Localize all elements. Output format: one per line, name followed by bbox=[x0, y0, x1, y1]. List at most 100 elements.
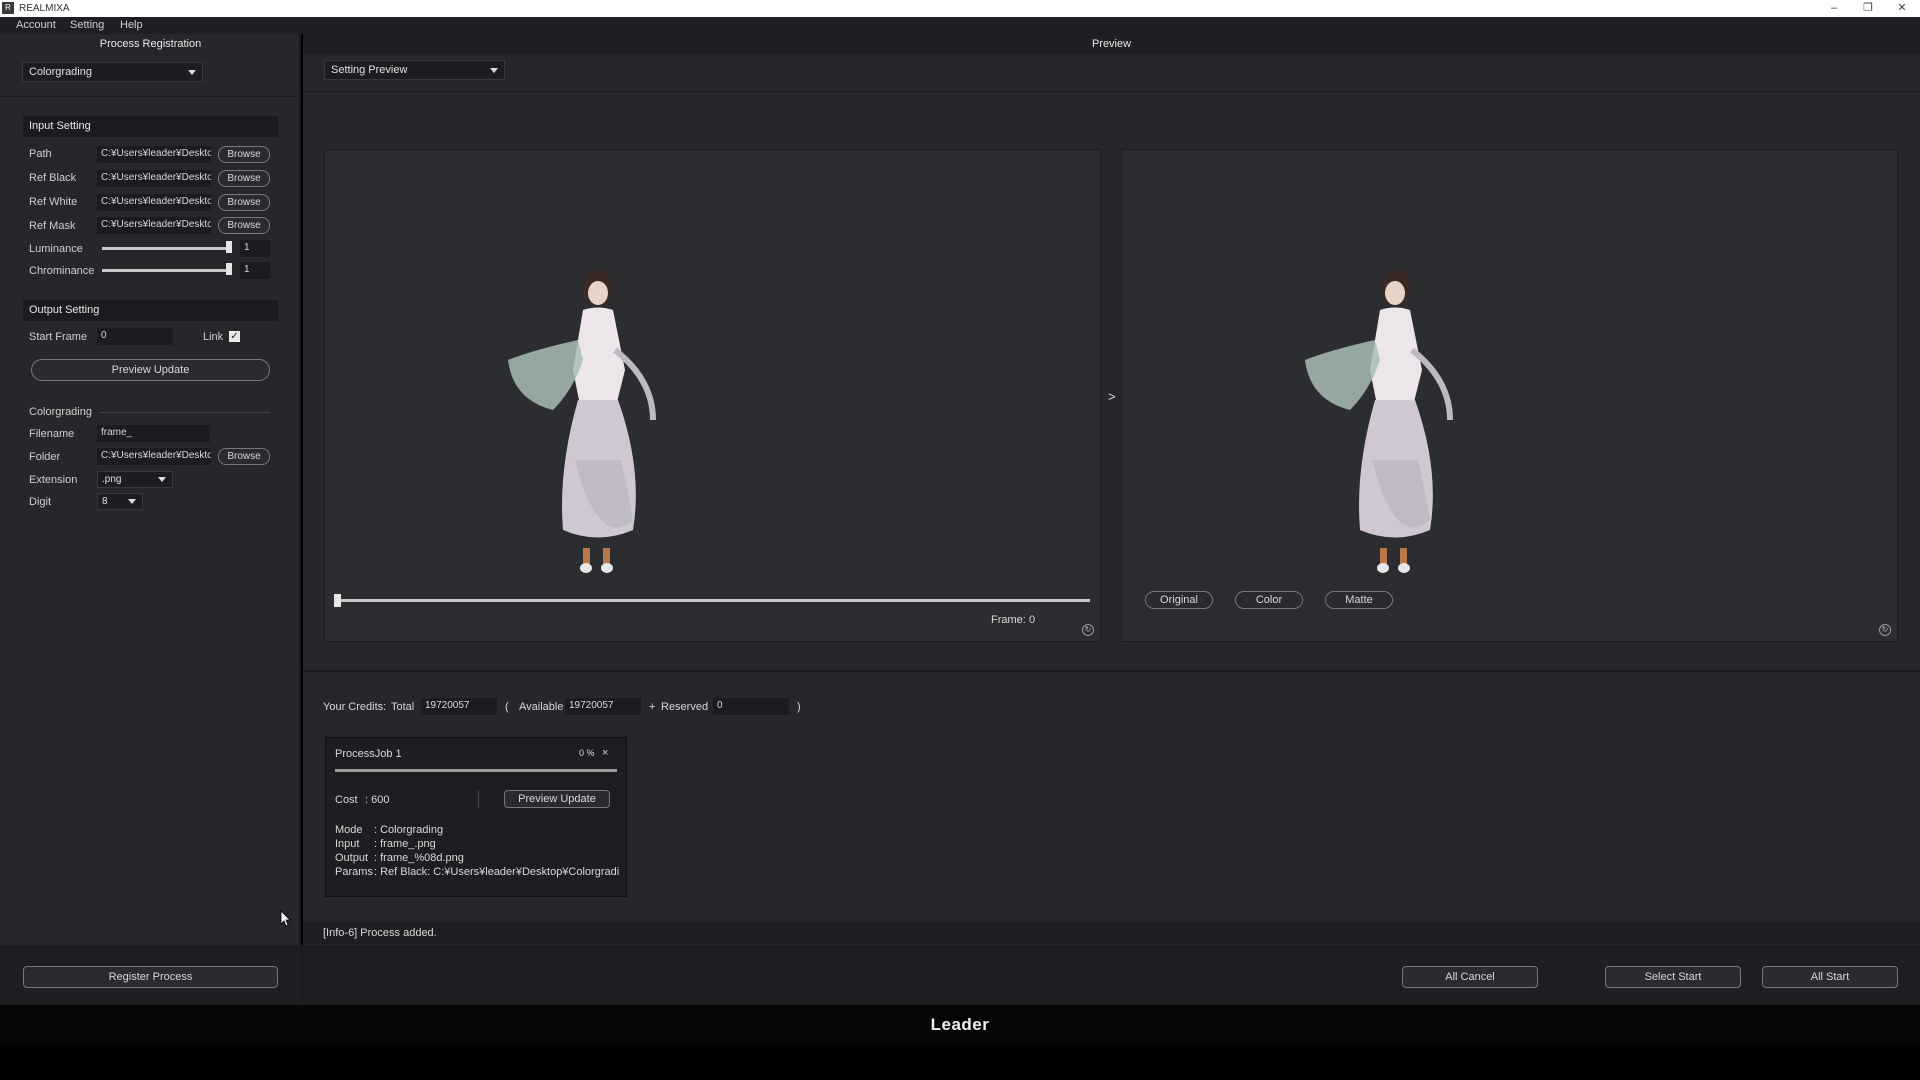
extension-select[interactable]: .png bbox=[97, 471, 173, 488]
mode-select-value: Colorgrading bbox=[29, 66, 92, 78]
detail-value: : Colorgrading bbox=[374, 824, 444, 836]
frame-label: Frame: bbox=[991, 614, 1026, 626]
preview-header: Preview bbox=[303, 34, 1920, 54]
total-credits-field: 19720057 bbox=[421, 698, 497, 715]
job-progress-bar bbox=[335, 769, 617, 772]
path-label: Path bbox=[29, 148, 52, 160]
ref-white-field[interactable]: C:¥Users¥leader¥Deskto bbox=[97, 194, 211, 211]
filename-field[interactable]: frame_ bbox=[97, 425, 210, 442]
menu-bar: Account Setting Help bbox=[0, 17, 1920, 34]
process-job-card[interactable]: ProcessJob 1 0 % × Cost : 600 Preview Up… bbox=[325, 737, 627, 897]
detail-value: : Ref Black: C:¥Users¥leader¥Desktop¥Col… bbox=[374, 866, 619, 878]
brand-logo: Leader bbox=[930, 1015, 990, 1034]
path-browse-button[interactable]: Browse bbox=[218, 146, 270, 163]
preview-area: ↻ > ↻ Frame: 0 Original Color Matte bbox=[303, 93, 1920, 672]
detail-value: : frame_.png bbox=[374, 838, 436, 850]
frame-seek-slider[interactable] bbox=[334, 599, 1090, 602]
extension-label: Extension bbox=[29, 474, 78, 486]
available-credits-field: 19720057 bbox=[565, 698, 641, 715]
title-bar: R REALMIXA – ❐ ✕ bbox=[0, 0, 1920, 17]
preview-toolbar: Setting Preview bbox=[303, 54, 1920, 92]
chevron-down-icon bbox=[188, 70, 196, 75]
refresh-icon[interactable]: ↻ bbox=[1879, 624, 1891, 636]
reserved-label: Reserved bbox=[661, 701, 709, 713]
folder-label: Folder bbox=[29, 451, 61, 463]
digit-select-value: 8 bbox=[102, 496, 108, 507]
ref-mask-field[interactable]: C:¥Users¥leader¥Deskto bbox=[97, 217, 211, 234]
chrominance-value[interactable]: 1 bbox=[240, 262, 270, 279]
link-checkbox[interactable]: ✓ bbox=[229, 331, 240, 342]
refresh-icon[interactable]: ↻ bbox=[1082, 624, 1094, 636]
chevron-down-icon bbox=[490, 68, 498, 73]
all-cancel-button[interactable]: All Cancel bbox=[1402, 966, 1538, 988]
luminance-slider[interactable] bbox=[102, 247, 232, 250]
setting-preview-select[interactable]: Setting Preview bbox=[324, 60, 505, 80]
start-frame-field[interactable]: 0 bbox=[97, 328, 173, 345]
folder-field[interactable]: C:¥Users¥leader¥Deskto bbox=[97, 448, 211, 465]
extension-select-value: .png bbox=[102, 474, 122, 485]
frame-seek-thumb[interactable] bbox=[334, 594, 341, 607]
ref-black-browse-button[interactable]: Browse bbox=[218, 170, 270, 187]
minimize-button[interactable]: – bbox=[1819, 0, 1849, 17]
restore-button[interactable]: ❐ bbox=[1853, 0, 1883, 17]
folder-browse-button[interactable]: Browse bbox=[218, 448, 270, 465]
result-viewer[interactable]: ↻ bbox=[1121, 149, 1898, 642]
filename-label: Filename bbox=[29, 428, 75, 440]
all-start-button[interactable]: All Start bbox=[1762, 966, 1898, 988]
colorgrading-section-label: Colorgrading bbox=[29, 406, 92, 418]
digit-select[interactable]: 8 bbox=[97, 493, 143, 510]
woman-figure-image bbox=[508, 270, 656, 573]
setting-preview-value: Setting Preview bbox=[331, 64, 408, 76]
luminance-label: Luminance bbox=[29, 243, 83, 255]
frame-value: 0 bbox=[1029, 614, 1036, 626]
digit-label: Digit bbox=[29, 496, 52, 508]
path-field[interactable]: C:¥Users¥leader¥Deskto bbox=[97, 146, 211, 163]
cost-value: : 600 bbox=[365, 794, 390, 806]
output-setting-header: Output Setting bbox=[23, 300, 278, 321]
menu-account[interactable]: Account bbox=[16, 19, 56, 31]
matte-view-button[interactable]: Matte bbox=[1325, 591, 1393, 609]
color-view-button[interactable]: Color bbox=[1235, 591, 1303, 609]
luminance-value[interactable]: 1 bbox=[240, 240, 270, 257]
job-close-icon[interactable]: × bbox=[602, 747, 608, 759]
reserved-credits-field: 0 bbox=[713, 698, 789, 715]
start-frame-label: Start Frame bbox=[29, 331, 88, 343]
chrominance-slider-thumb[interactable] bbox=[226, 263, 232, 275]
ref-black-label: Ref Black bbox=[29, 172, 77, 184]
divider bbox=[0, 96, 301, 97]
detail-key: Output bbox=[335, 852, 369, 864]
register-process-button[interactable]: Register Process bbox=[23, 966, 278, 988]
original-view-button[interactable]: Original bbox=[1145, 591, 1213, 609]
close-button[interactable]: ✕ bbox=[1887, 0, 1917, 17]
app-icon: R bbox=[2, 2, 14, 14]
mode-select[interactable]: Colorgrading bbox=[22, 62, 203, 82]
open-paren: ( bbox=[505, 701, 509, 713]
link-label: Link bbox=[203, 331, 224, 343]
preview-update-button[interactable]: Preview Update bbox=[31, 359, 270, 381]
process-registration-panel: Process Registration Colorgrading Input … bbox=[0, 34, 301, 945]
ref-white-browse-button[interactable]: Browse bbox=[218, 194, 270, 211]
ref-mask-label: Ref Mask bbox=[29, 220, 76, 232]
ref-black-field[interactable]: C:¥Users¥leader¥Deskto bbox=[97, 170, 211, 187]
detail-value: : frame_%08d.png bbox=[374, 852, 464, 864]
ref-white-label: Ref White bbox=[29, 196, 78, 208]
menu-setting[interactable]: Setting bbox=[70, 19, 104, 31]
bottom-action-bar: Register Process All Cancel Select Start… bbox=[0, 945, 1920, 1005]
detail-key: Params bbox=[335, 866, 373, 878]
job-percent: 0 % bbox=[579, 748, 595, 758]
job-preview-update-button[interactable]: Preview Update bbox=[504, 790, 610, 808]
chrominance-label: Chrominance bbox=[29, 265, 95, 277]
chrominance-slider[interactable] bbox=[102, 269, 232, 272]
status-message: [Info-6] Process added. bbox=[323, 927, 437, 939]
detail-key: Mode bbox=[335, 824, 363, 836]
preview-title: Preview bbox=[1091, 38, 1132, 50]
menu-help[interactable]: Help bbox=[120, 19, 143, 31]
luminance-slider-thumb[interactable] bbox=[226, 241, 232, 253]
available-label: Available bbox=[519, 701, 564, 713]
source-viewer[interactable]: ↻ bbox=[324, 149, 1101, 642]
select-start-button[interactable]: Select Start bbox=[1605, 966, 1741, 988]
mouse-cursor-icon bbox=[280, 910, 291, 927]
ref-mask-browse-button[interactable]: Browse bbox=[218, 217, 270, 234]
input-setting-header: Input Setting bbox=[23, 116, 278, 137]
status-bar: [Info-6] Process added. bbox=[303, 922, 1920, 944]
